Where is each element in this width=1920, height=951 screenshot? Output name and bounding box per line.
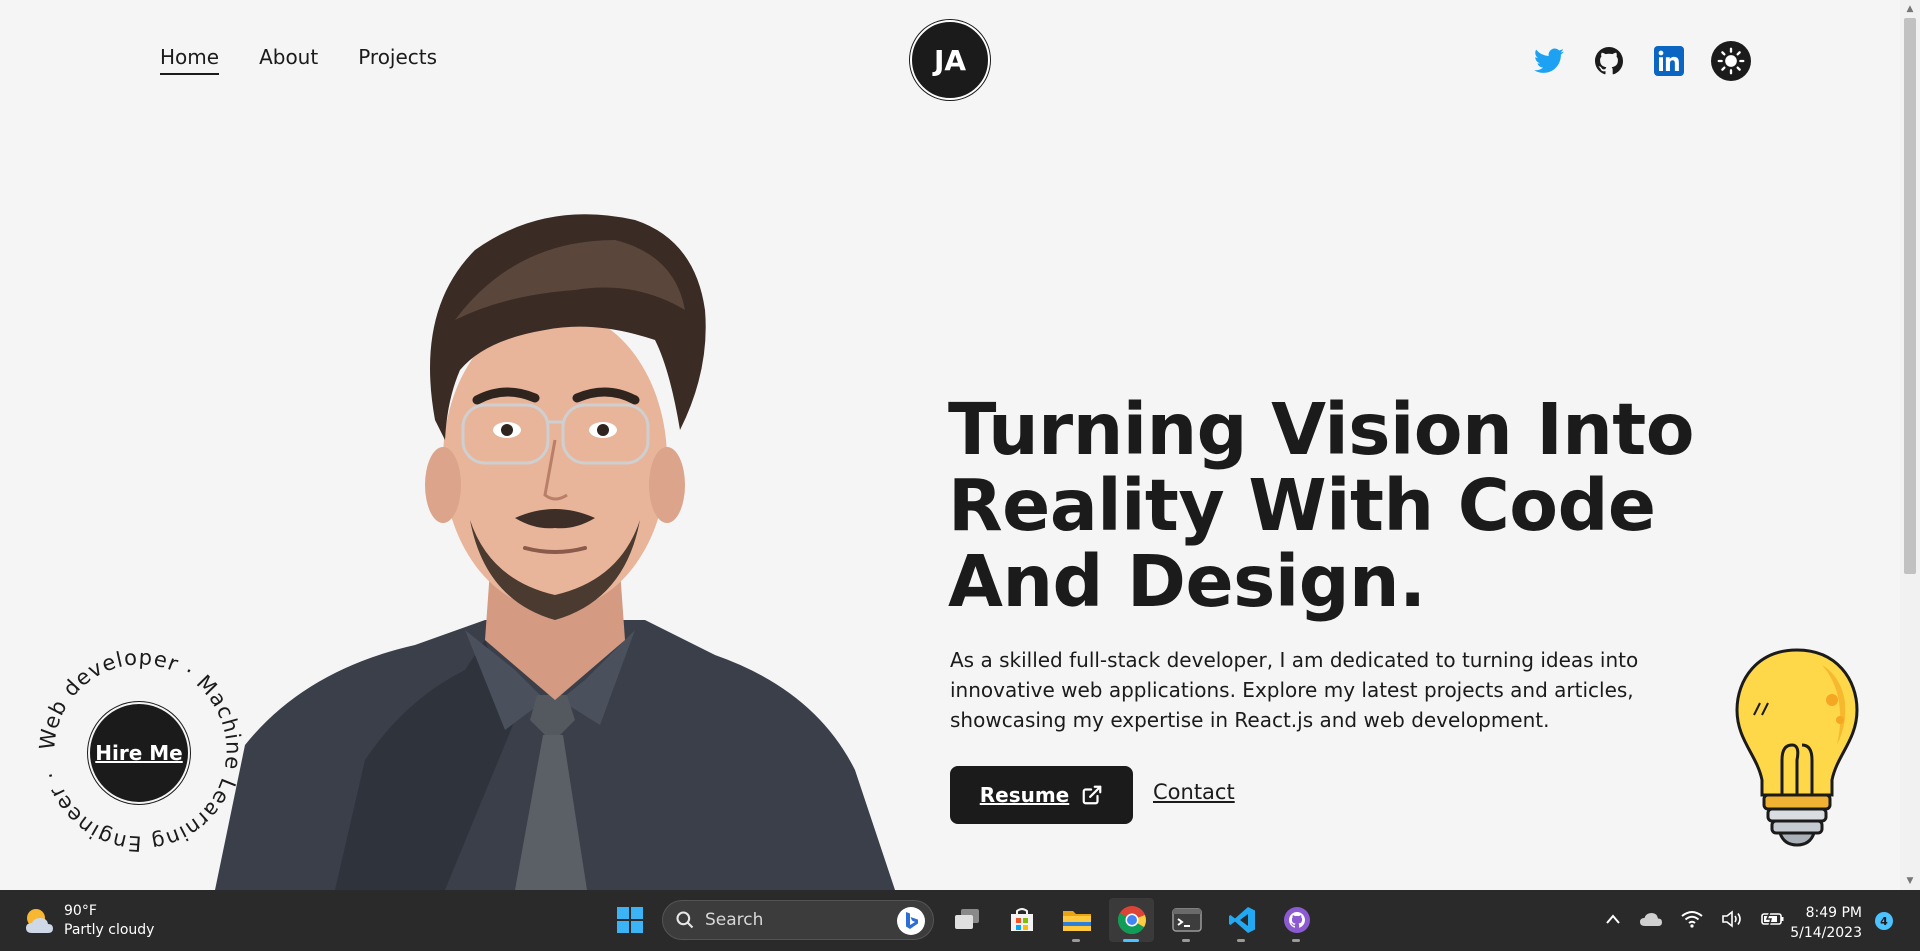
terminal-icon xyxy=(1171,908,1202,932)
weather-description: Partly cloudy xyxy=(64,922,155,938)
lightbulb-icon xyxy=(1735,648,1859,847)
windows-taskbar: 90°F Partly cloudy Search 8:49 PM 5/14/2… xyxy=(0,890,1920,951)
scroll-up-arrow-icon[interactable]: ▲ xyxy=(1900,2,1920,16)
sun-icon xyxy=(1717,47,1745,75)
folder-icon xyxy=(1062,911,1091,931)
hero-description: As a skilled full-stack developer, I am … xyxy=(950,648,1639,732)
windows-logo-icon xyxy=(616,907,643,933)
scroll-down-arrow-icon[interactable]: ▼ xyxy=(1900,874,1920,888)
hire-me-button[interactable]: Hire Me xyxy=(88,702,190,804)
chrome-button[interactable] xyxy=(1109,898,1154,942)
search-placeholder: Search xyxy=(705,910,764,930)
weather-widget[interactable]: 90°F Partly cloudy xyxy=(22,902,154,940)
terminal-button[interactable] xyxy=(1164,898,1209,942)
vscode-button[interactable] xyxy=(1219,898,1264,942)
page-viewport: Home About Projects JA Turning Vision In… xyxy=(0,0,1900,890)
contact-link[interactable]: Contact xyxy=(1153,780,1235,804)
hero-headline: Turning Vision Into Reality With Code An… xyxy=(948,388,1695,623)
show-hidden-icons-chevron-icon[interactable] xyxy=(1605,913,1621,929)
nav-home-link[interactable]: Home xyxy=(160,45,220,75)
file-explorer-button[interactable] xyxy=(1054,898,1099,942)
vertical-scrollbar[interactable]: ▲ ▼ xyxy=(1900,0,1920,890)
clock-date: 5/14/2023 xyxy=(1790,925,1862,941)
store-icon xyxy=(1010,908,1033,931)
profile-portrait xyxy=(215,214,895,890)
github-desktop-button[interactable] xyxy=(1274,898,1319,942)
taskbar-search-box[interactable]: Search xyxy=(662,900,934,940)
search-icon xyxy=(676,911,694,929)
partly-cloudy-icon xyxy=(26,909,53,933)
chrome-icon xyxy=(1117,906,1146,935)
taskbar-clock[interactable]: 8:49 PM 5/14/2023 xyxy=(1786,903,1862,943)
weather-temperature: 90°F xyxy=(64,903,97,919)
onedrive-icon[interactable] xyxy=(1639,911,1663,931)
resume-button[interactable]: Resume xyxy=(950,766,1133,824)
theme-toggle-button[interactable] xyxy=(1711,41,1751,81)
volume-icon[interactable] xyxy=(1721,909,1743,932)
resume-button-label: Resume xyxy=(979,783,1070,807)
clock-time: 8:49 PM xyxy=(1805,905,1862,921)
github-icon[interactable] xyxy=(1591,43,1627,79)
taskbar-apps: Search xyxy=(607,898,1319,942)
nav-about-link[interactable]: About xyxy=(259,45,318,75)
notification-badge[interactable]: 4 xyxy=(1875,912,1893,930)
social-links xyxy=(1531,41,1751,81)
task-view-icon xyxy=(954,909,979,929)
vscode-icon xyxy=(1228,907,1255,933)
external-link-icon xyxy=(1082,785,1102,805)
main-nav: Home About Projects xyxy=(160,45,437,75)
system-tray xyxy=(1605,890,1785,951)
scrollbar-thumb[interactable] xyxy=(1904,18,1916,574)
bing-icon[interactable] xyxy=(897,907,925,935)
linkedin-icon[interactable] xyxy=(1651,43,1687,79)
task-view-button[interactable] xyxy=(944,898,989,942)
logo[interactable]: JA xyxy=(910,20,990,100)
start-button[interactable] xyxy=(607,898,652,942)
microsoft-store-button[interactable] xyxy=(999,898,1044,942)
nav-projects-link[interactable]: Projects xyxy=(358,45,437,75)
twitter-icon[interactable] xyxy=(1531,43,1567,79)
battery-icon[interactable] xyxy=(1761,911,1785,931)
wifi-icon[interactable] xyxy=(1681,910,1703,932)
github-desktop-icon xyxy=(1283,907,1310,933)
